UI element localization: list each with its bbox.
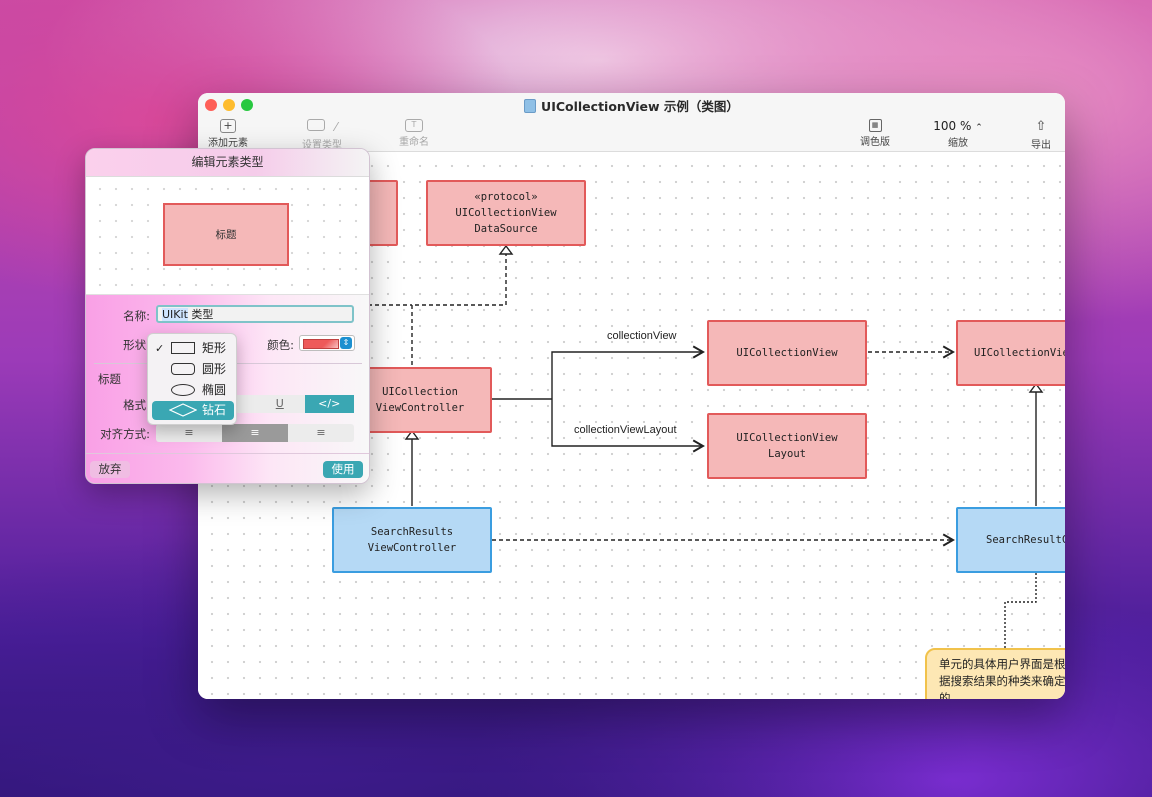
comment-note[interactable]: 单元的具体用户界面是根据搜索结果的种类来确定的。 [925, 648, 1065, 699]
node-datasource[interactable]: «protocol» UICollectionView DataSource [426, 180, 586, 246]
shape-item-diamond[interactable]: 钻石 [152, 401, 234, 420]
palette-icon: ▦ [868, 119, 882, 132]
title-bar: UICollectionView 示例（类图） + 添加元素 ⁄ 设置类型 T … [198, 93, 1065, 152]
shape-item-ellipse[interactable]: 椭圆 [152, 381, 234, 400]
set-type-button[interactable]: ⁄ 设置类型 [290, 119, 354, 151]
rectangle-icon [171, 342, 195, 354]
diamond-icon [169, 403, 197, 417]
align-right-icon[interactable]: ≡ [288, 424, 354, 442]
node-searchresult-right[interactable]: SearchResultC [956, 507, 1065, 573]
palette-button[interactable]: ▦ 调色版 [855, 119, 895, 148]
color-label: 颜色: [267, 338, 294, 352]
arrowhead-datasource [498, 244, 514, 255]
export-button[interactable]: ⇧ 导出 [1021, 119, 1061, 151]
share-icon: ⇧ [1035, 119, 1047, 134]
edge-collection-view-layout [551, 399, 705, 453]
shape-menu: ✓ 矩形 圆形 椭圆 钻石 [147, 333, 237, 425]
node-collectionview[interactable]: UICollectionView [707, 320, 867, 386]
node-layout[interactable]: UICollectionView Layout [707, 413, 867, 479]
stepper-icon: ⇕ [340, 337, 352, 349]
format-underline[interactable]: U [255, 395, 305, 413]
shape-icon [306, 119, 325, 131]
preview-area: 标题 [86, 177, 369, 295]
edge-label-collectionview: collectionView [607, 330, 677, 342]
stepper-icon: ⌃ [975, 123, 983, 133]
name-field[interactable]: UIKit 类型 [156, 305, 354, 323]
edit-element-type-panel: 编辑元素类型 标题 名称: UIKit 类型 形状: 颜色: ⇕ 标题 格式: … [85, 148, 370, 484]
edge-collection-view [551, 345, 705, 399]
document-icon [524, 99, 537, 113]
zoom-control[interactable]: 100 % ⌃ 缩放 [926, 119, 990, 149]
section-title: 标题 [98, 372, 121, 386]
node-searchresults-vc[interactable]: SearchResults ViewController [332, 507, 492, 573]
shape-label: 形状: [123, 338, 150, 352]
shape-item-rectangle[interactable]: ✓ 矩形 [152, 339, 234, 358]
align-left-icon[interactable]: ≡ [156, 424, 222, 442]
use-button[interactable]: 使用 [323, 461, 363, 478]
preview-node: 标题 [163, 203, 289, 266]
edge-label-collectionviewlayout: collectionViewLayout [574, 424, 677, 436]
plus-icon: + [220, 119, 236, 133]
shape-item-rounded[interactable]: 圆形 [152, 360, 234, 379]
edge-vc-datasource [411, 252, 507, 365]
discard-button[interactable]: 放弃 [90, 461, 130, 478]
color-picker[interactable]: ⇕ [299, 335, 355, 351]
rename-button[interactable]: T 重命名 [394, 119, 434, 148]
edge-note [1004, 573, 1037, 648]
name-label: 名称: [123, 309, 150, 323]
add-element-button[interactable]: + 添加元素 [208, 119, 248, 149]
format-code[interactable]: </> [304, 395, 354, 413]
format-label: 格式: [123, 398, 150, 412]
alignment-segmented-control[interactable]: ≡ ≡ ≡ [156, 424, 354, 442]
align-center-icon[interactable]: ≡ [222, 424, 288, 442]
wand-icon: ⁄ [334, 120, 337, 134]
node-collectionview-right[interactable]: UICollectionVie [956, 320, 1065, 386]
rename-icon: T [405, 119, 423, 132]
color-swatch [303, 339, 339, 349]
panel-title: 编辑元素类型 [86, 149, 369, 177]
window-title: UICollectionView 示例（类图） [198, 96, 1065, 115]
divider [86, 453, 369, 454]
alignment-label: 对齐方式: [100, 427, 150, 441]
rounded-rectangle-icon [171, 363, 195, 375]
checkmark-icon: ✓ [155, 342, 165, 355]
ellipse-icon [171, 384, 195, 396]
